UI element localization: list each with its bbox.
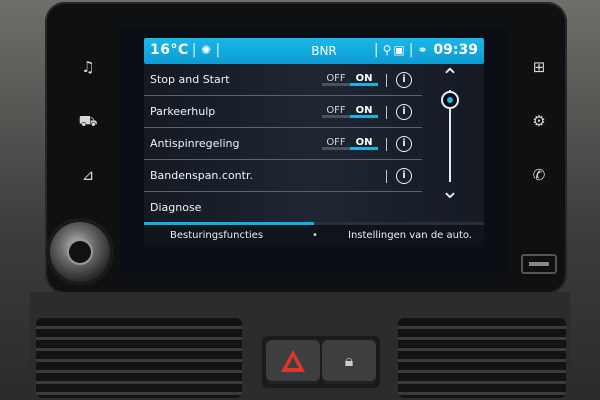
chevron-up-icon[interactable]: ⌃: [438, 66, 462, 90]
scrollbar[interactable]: ⌃ ⌄: [430, 66, 470, 204]
setting-label: Bandenspan.contr.: [150, 169, 253, 182]
infotainment-screen: 16°C | ✺ | BNR | ⚲ ▣ | ⚭ 09:39 Stop and Start O…: [120, 28, 508, 274]
toggle-off-label[interactable]: OFF: [322, 72, 350, 86]
toggle-on-label[interactable]: ON: [350, 72, 378, 86]
radio-station-title: BNR: [311, 44, 337, 58]
lock-icon: 🔒︎: [344, 351, 354, 370]
tab-separator: •: [312, 230, 318, 241]
chevron-down-icon[interactable]: ⌄: [438, 180, 462, 204]
navigation-icon[interactable]: ⊿: [77, 164, 99, 186]
status-separator: |: [191, 42, 197, 58]
hazard-panel: 🔒︎: [262, 336, 380, 388]
knob-center: [69, 241, 91, 263]
hazard-triangle-icon: [281, 350, 305, 372]
toggle-off-label[interactable]: OFF: [322, 104, 350, 118]
setting-label: Diagnose: [150, 201, 202, 214]
status-right: | ⚲ ▣ | ⚭ 09:39: [371, 42, 478, 58]
phone-icon[interactable]: ✆: [528, 164, 550, 186]
status-separator-4: |: [408, 42, 414, 58]
setting-row-stop-and-start[interactable]: Stop and Start OFF ON i: [144, 64, 422, 96]
setting-row-parkeerhulp[interactable]: Parkeerhulp OFF ON i: [144, 96, 422, 128]
climate-icon[interactable]: ✺: [201, 43, 212, 57]
stop-start-toggle[interactable]: OFF ON: [322, 72, 378, 88]
toggle-on-label[interactable]: ON: [350, 104, 378, 118]
status-separator-2: |: [215, 42, 221, 58]
setting-label: Parkeerhulp: [150, 105, 216, 118]
message-icon: ▣: [393, 43, 405, 57]
clock: 09:39: [433, 42, 478, 58]
temperature-readout: 16°C: [150, 42, 189, 58]
divider: [386, 170, 387, 183]
volume-knob[interactable]: [50, 222, 110, 282]
car-icon[interactable]: ⛟: [77, 110, 99, 132]
status-separator-3: |: [373, 42, 379, 58]
tab-bar: Besturingsfuncties • Instellingen van de…: [144, 225, 484, 247]
info-icon[interactable]: i: [396, 104, 412, 120]
setting-label: Antispinregeling: [150, 137, 240, 150]
apps-grid-icon[interactable]: ⊞: [528, 56, 550, 78]
status-left: 16°C | ✺ |: [150, 42, 224, 58]
gear-icon[interactable]: ⚙: [528, 110, 550, 132]
settings-list: Stop and Start OFF ON i Parkeerhulp OFF …: [144, 64, 484, 222]
scroll-thumb[interactable]: [441, 91, 459, 109]
setting-label: Stop and Start: [150, 73, 230, 86]
status-bar: 16°C | ✺ | BNR | ⚲ ▣ | ⚭ 09:39: [144, 38, 484, 64]
location-pin-icon: ⚲: [382, 43, 392, 57]
setting-row-bandenspanning[interactable]: Bandenspan.contr. i: [144, 160, 422, 192]
central-lock-button[interactable]: 🔒︎: [322, 340, 376, 384]
usb-slot: [521, 254, 557, 274]
toggle-off-label[interactable]: OFF: [322, 136, 350, 150]
tab-instellingen[interactable]: Instellingen van de auto.: [348, 230, 472, 241]
music-icon[interactable]: ♫: [77, 56, 99, 78]
connection-icon: ⚭: [417, 43, 428, 57]
parkeerhulp-toggle[interactable]: OFF ON: [322, 104, 378, 120]
info-icon[interactable]: i: [396, 136, 412, 152]
antispin-toggle[interactable]: OFF ON: [322, 136, 378, 152]
setting-row-antispinregeling[interactable]: Antispinregeling OFF ON i: [144, 128, 422, 160]
air-vent-left[interactable]: [36, 318, 242, 398]
air-vent-right[interactable]: [398, 318, 566, 398]
setting-row-diagnose[interactable]: Diagnose: [144, 192, 422, 224]
toggle-on-label[interactable]: ON: [350, 136, 378, 150]
info-icon[interactable]: i: [396, 72, 412, 88]
hazard-button[interactable]: [266, 340, 320, 384]
divider: [386, 106, 387, 119]
tab-besturingsfuncties[interactable]: Besturingsfuncties: [170, 230, 263, 241]
divider: [386, 138, 387, 151]
info-icon[interactable]: i: [396, 168, 412, 184]
divider: [386, 74, 387, 87]
